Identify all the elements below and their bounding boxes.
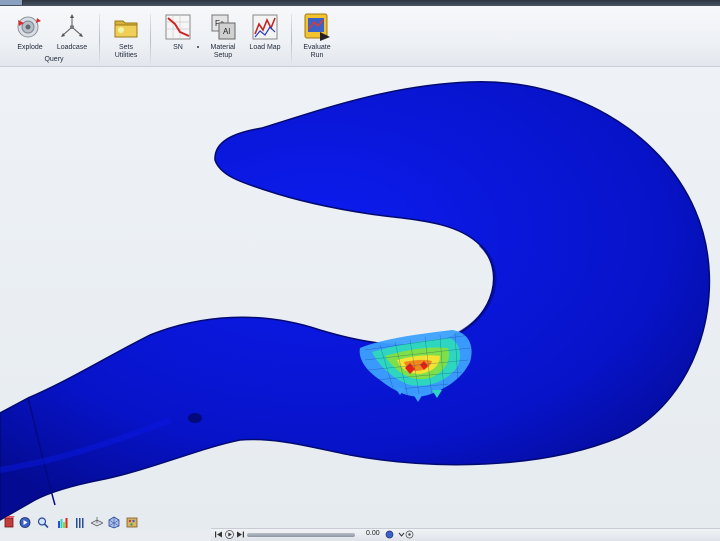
hook-model[interactable]: [0, 67, 720, 530]
sets-utilities-button[interactable]: Sets Utilities: [102, 10, 150, 60]
cube-icon[interactable]: [3, 516, 15, 529]
loadcase-button[interactable]: Loadcase: [48, 10, 96, 60]
load-map-icon: [252, 14, 278, 40]
bars-icon[interactable]: [75, 516, 87, 529]
time-value: 0.00: [366, 530, 380, 537]
svg-text:Al: Al: [223, 27, 230, 36]
time-slider[interactable]: [247, 533, 355, 537]
loadcase-icon: [61, 14, 83, 37]
play-circle-icon[interactable]: [19, 516, 31, 529]
skip-end-icon[interactable]: [236, 530, 245, 539]
material-setup-label: Material Setup: [210, 44, 236, 59]
explode-icon: [17, 16, 41, 38]
explode-button[interactable]: Explode: [6, 10, 54, 60]
sn-button[interactable]: SN: [154, 10, 202, 60]
skip-start-icon[interactable]: [214, 530, 223, 539]
load-map-label: Load Map: [249, 44, 281, 51]
load-map-button[interactable]: Load Map: [241, 10, 289, 60]
settings-icon[interactable]: [385, 530, 394, 539]
3d-viewport[interactable]: [0, 67, 720, 530]
sn-curve-icon: [165, 14, 191, 40]
quick-access-tab[interactable]: [0, 0, 23, 5]
ribbon-toolbar: Explode Loadcase Query Sets Utilities SN…: [0, 6, 720, 67]
playback-bar: 0.00: [211, 528, 720, 541]
zoom-icon[interactable]: [37, 516, 49, 529]
folder-icon: [114, 20, 138, 38]
ribbon-separator: [99, 14, 100, 66]
ribbon-separator: [150, 14, 151, 66]
query-group-label: Query: [44, 56, 64, 63]
options-icon[interactable]: [405, 530, 414, 539]
evaluate-run-icon: [304, 13, 330, 41]
shaft-hole: [188, 413, 202, 423]
loadcase-label: Loadcase: [56, 44, 88, 51]
mesh-icon[interactable]: [108, 516, 120, 529]
legend-icon[interactable]: [57, 516, 69, 529]
explode-label: Explode: [17, 44, 43, 51]
material-setup-button[interactable]: Fe Al Material Setup: [199, 10, 247, 60]
evaluate-run-label: Evaluate Run: [303, 44, 331, 59]
evaluate-run-button[interactable]: Evaluate Run: [293, 10, 341, 60]
play-icon[interactable]: [225, 530, 234, 539]
palette-icon[interactable]: [126, 516, 138, 529]
material-icon: Fe Al: [211, 14, 236, 40]
sets-utilities-label: Sets Utilities: [114, 44, 138, 59]
ribbon-separator: [291, 14, 292, 66]
plane-icon[interactable]: [91, 516, 103, 529]
sn-label: SN: [173, 44, 183, 51]
hook-body[interactable]: [0, 81, 711, 521]
